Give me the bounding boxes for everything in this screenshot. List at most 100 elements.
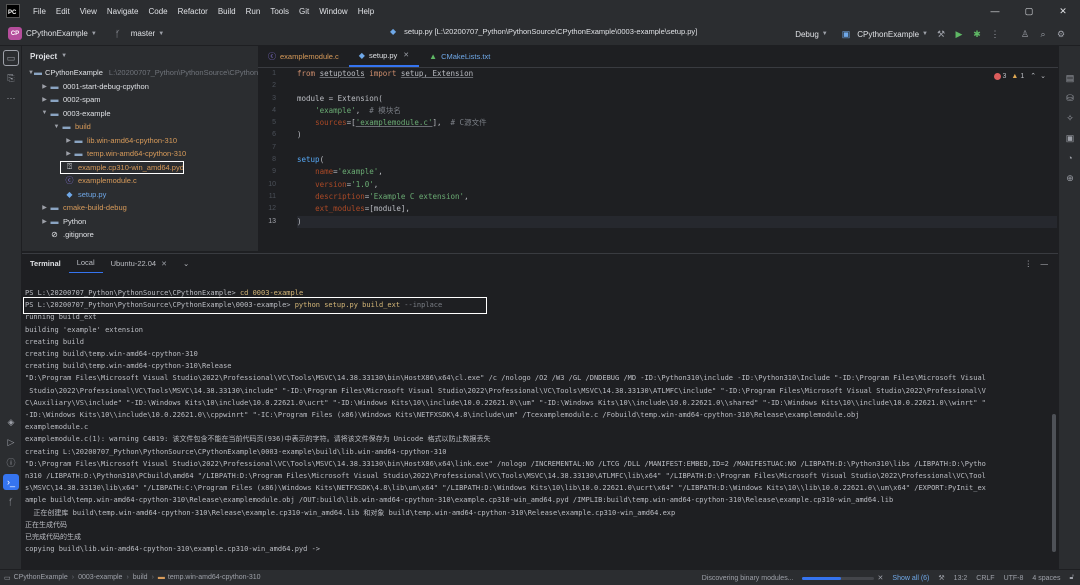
chevron-right-icon: › (151, 574, 154, 581)
layers-icon[interactable]: ◈ (3, 414, 19, 430)
show-all-tasks-link[interactable]: Show all (6) (892, 575, 929, 582)
tree-item-0003[interactable]: ▼ ▬ 0003-example (22, 107, 258, 121)
tree-item-cmake-build[interactable]: ▶ ▬ cmake-build-debug (22, 201, 258, 215)
breadcrumb-item[interactable]: 0003-example (78, 574, 122, 581)
run-tool-icon[interactable]: ▷ (3, 434, 19, 450)
current-file-indicator[interactable]: ◆ setup.py [L:\20200707_Python\PythonSou… (390, 27, 697, 36)
terminal-line: C\Auxiliary\VS\include" "-ID:\Windows Ki… (25, 398, 986, 407)
tree-item-pyd[interactable]: ⍰ example.cp310-win_amd64.pyd (60, 160, 184, 174)
tab-local[interactable]: Local (68, 254, 103, 274)
breadcrumb-item[interactable]: build (133, 574, 148, 581)
tab-label: CMakeLists.txt (441, 51, 491, 61)
code-text: ) (297, 130, 302, 140)
close-tab-icon[interactable]: ✕ (161, 260, 167, 268)
menu-refactor[interactable]: Refactor (173, 7, 213, 16)
tab-examplemodule-c[interactable]: ⓒ examplemodule.c (258, 45, 349, 67)
more-icon[interactable]: ⋮ (986, 26, 1004, 42)
terminal-line: copying build\lib.win-amd64-cpython-310\… (25, 545, 321, 554)
menu-git[interactable]: Git (294, 7, 314, 16)
indent-setting[interactable]: 4 spaces (1032, 575, 1060, 582)
gear-icon[interactable]: ⚙ (1052, 26, 1070, 42)
menu-edit[interactable]: Edit (51, 7, 75, 16)
run-config-selector[interactable]: Debug (795, 30, 819, 39)
terminal-line: examplemodule.c (25, 423, 89, 432)
tree-item-0001[interactable]: ▶ ▬ 0001-start-debug-cpython (22, 80, 258, 94)
project-selector[interactable]: CPythonExample (26, 29, 88, 38)
code-line: 'example', # 模块名 (315, 105, 401, 115)
code-area[interactable]: from setuptools import setup, Extension … (297, 68, 1057, 228)
new-terminal-chevron-icon[interactable]: ⌄ (175, 254, 197, 274)
branch-selector[interactable]: ᚶ master ▼ (109, 26, 164, 42)
cursor-position[interactable]: 13:2 (954, 575, 968, 582)
tree-item-build[interactable]: ▼ ▬ build (22, 120, 258, 134)
endpoints-icon[interactable]: ⊕ (1062, 170, 1078, 186)
project-badge[interactable]: CP (8, 27, 22, 40)
ai-assistant-icon[interactable]: ✧ (1062, 110, 1078, 126)
file-encoding[interactable]: UTF-8 (1004, 575, 1024, 582)
lock-icon[interactable]: 🔓︎ (1069, 574, 1074, 582)
line-separator[interactable]: CRLF (976, 575, 994, 582)
tree-item-root[interactable]: ▼ ▬ CPythonExample L:\20200707_Python\Py… (22, 66, 287, 80)
tab-ubuntu[interactable]: Ubuntu-22.04 ✕ (103, 254, 175, 274)
close-tab-icon[interactable]: ✕ (403, 51, 409, 59)
code-editor[interactable]: 3 ▲ 1 ⌃ ⌄ 1 2 3 4 5 6 7 8 9 10 11 12 13 … (258, 68, 1058, 251)
line-number: 12 (268, 205, 276, 213)
maximize-button[interactable]: ▢ (1012, 0, 1046, 22)
database-icon[interactable]: ⛁ (1062, 90, 1078, 106)
project-panel-header[interactable]: Project ▼ (22, 46, 258, 66)
run-icon[interactable]: ▶ (950, 26, 968, 42)
git-icon[interactable]: ᚶ (3, 494, 19, 510)
build-hammer-icon[interactable]: ⚒ (932, 26, 950, 42)
tab-setup-py[interactable]: ◆ setup.py ✕ (348, 45, 420, 67)
search-icon[interactable]: ⌕ (1034, 26, 1052, 42)
python-console-icon[interactable]: ▣ (1062, 130, 1078, 146)
code-line: version='1.0', (315, 179, 379, 189)
tab-cmakelists[interactable]: ▲ CMakeLists.txt (419, 45, 500, 67)
add-user-icon[interactable]: ♙ (1016, 26, 1034, 42)
build-status-icon[interactable]: ⚒ (938, 574, 944, 582)
problems-icon[interactable]: ⓘ (3, 454, 19, 470)
tree-item-0002[interactable]: ▶ ▬ 0002-spam (22, 93, 258, 107)
menu-navigate[interactable]: Navigate (102, 7, 144, 16)
tree-item-label: .gitignore (63, 230, 94, 240)
imported-names: setup, Extension (400, 69, 474, 78)
coverage-icon[interactable]: ◔ (1062, 150, 1078, 166)
tree-item-gitignore[interactable]: ⊘ .gitignore (22, 228, 258, 242)
minimize-button[interactable]: — (978, 0, 1012, 22)
minimize-panel-icon[interactable]: — (1033, 254, 1057, 274)
menu-help[interactable]: Help (353, 7, 379, 16)
menu-window[interactable]: Window (314, 7, 352, 16)
terminal-output[interactable]: PS L:\20200707_Python\PythonSource\CPyth… (22, 273, 1058, 569)
keyword: from (297, 69, 316, 78)
param-name: name (315, 167, 334, 177)
menu-view[interactable]: View (75, 7, 102, 16)
notifications-icon[interactable]: ▤ (1062, 70, 1078, 86)
breadcrumb-item[interactable]: temp.win-amd64-cpython-310 (168, 574, 261, 581)
tree-item-temp[interactable]: ▶ ▬ temp.win-amd64-cpython-310 (22, 147, 258, 161)
terminal-scrollbar[interactable] (1052, 414, 1056, 552)
terminal-line: Studio\2022\Professional\VC\Tools\MSVC\1… (25, 386, 986, 395)
tree-item-lib[interactable]: ▶ ▬ lib.win-amd64-cpython-310 (22, 134, 258, 148)
code-text: =[module], (364, 204, 410, 214)
tree-item-python[interactable]: ▶ ▬ Python (22, 215, 258, 229)
folder-icon: ▬ (50, 81, 59, 91)
code-line: from setuptools import setup, Extension (297, 68, 1057, 80)
ignore-file-icon: ⊘ (51, 230, 58, 240)
menu-run[interactable]: Run (241, 7, 266, 16)
breadcrumb-item[interactable]: CPythonExample (14, 574, 68, 581)
menu-build[interactable]: Build (213, 7, 241, 16)
menu-tools[interactable]: Tools (265, 7, 294, 16)
menu-code[interactable]: Code (143, 7, 172, 16)
terminal-icon[interactable]: ›_ (3, 474, 19, 490)
tree-item-setup[interactable]: ◆ setup.py (22, 188, 258, 202)
menu-file[interactable]: File (28, 7, 51, 16)
c-file-icon: ⓒ (65, 176, 74, 186)
tree-item-examplemodule[interactable]: ⓒ examplemodule.c (22, 174, 258, 188)
debug-icon[interactable]: ✱ (968, 26, 986, 42)
run-target-selector[interactable]: CPythonExample (857, 30, 919, 39)
cancel-task-icon[interactable]: ✕ (878, 574, 884, 582)
close-button[interactable]: ✕ (1046, 0, 1080, 22)
commit-icon[interactable]: ⎘ (3, 70, 19, 86)
project-view-icon[interactable]: ▭ (3, 50, 19, 66)
more-tools-icon[interactable]: ⋯ (3, 90, 19, 106)
